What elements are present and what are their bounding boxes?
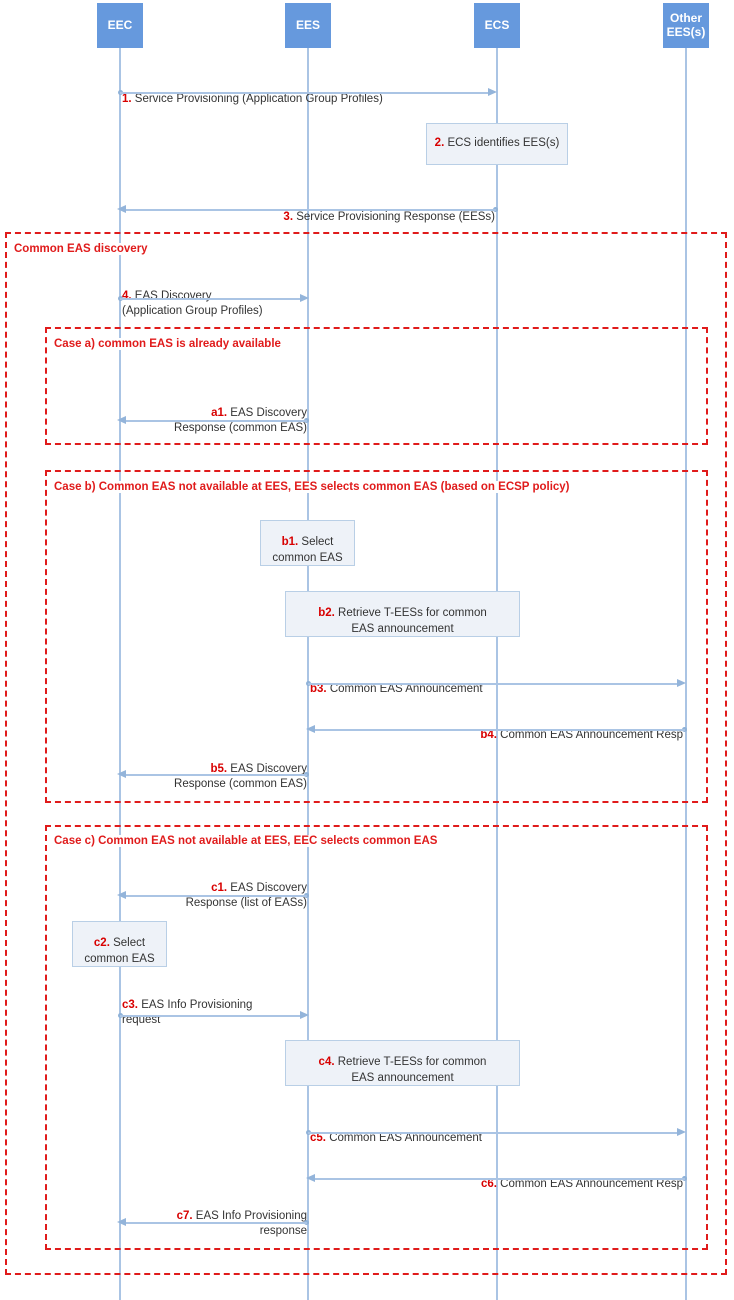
message-c6-line — [315, 1177, 685, 1180]
message-4-line — [120, 297, 300, 300]
message-a1-number: a1. — [211, 406, 228, 419]
message-c5-line — [308, 1131, 677, 1134]
message-3-text: Service Provisioning Response (EESs) — [293, 210, 495, 223]
message-c3-line — [120, 1014, 300, 1017]
process-c2-box: c2. Select common EAS — [72, 921, 167, 967]
message-c7-label: c7. EAS Info Provisioning response — [120, 1193, 307, 1240]
message-c6-arrowhead — [306, 1174, 315, 1182]
message-1-line — [120, 91, 488, 94]
process-b2-number: b2. — [318, 607, 335, 620]
fragment-case-a-label: Case a) common EAS is already available — [52, 338, 283, 350]
process-c4-box: c4. Retrieve T-EESs for common EAS annou… — [285, 1040, 520, 1086]
fragment-case-b-label: Case b) Common EAS not available at EES,… — [52, 481, 572, 493]
fragment-case-c-label: Case c) Common EAS not available at EES,… — [52, 835, 440, 847]
message-b5-line — [126, 773, 307, 776]
message-a1-label: a1. EAS Discovery Response (common EAS) — [120, 390, 307, 437]
message-4-arrowhead — [300, 294, 309, 302]
message-c5-arrowhead — [677, 1128, 686, 1136]
message-a1-line — [126, 419, 307, 422]
actor-ees-label: EES — [295, 17, 320, 32]
message-b5-label: b5. EAS Discovery Response (common EAS) — [120, 746, 307, 793]
message-c7-arrowhead — [117, 1218, 126, 1226]
process-b2-box: b2. Retrieve T-EESs for common EAS annou… — [285, 591, 520, 637]
sequence-diagram: EEC EES ECS Other EES(s) 1. Service Prov… — [0, 0, 734, 1300]
message-c1-label: c1. EAS Discovery Response (list of EASs… — [120, 865, 307, 912]
message-1-number: 1. — [122, 92, 132, 105]
message-c3-number: c3. — [122, 998, 138, 1011]
message-c3-arrowhead — [300, 1011, 309, 1019]
message-b3-arrowhead — [677, 679, 686, 687]
actor-ecs[interactable]: ECS — [474, 3, 520, 48]
process-b1-box: b1. Select common EAS — [260, 520, 355, 566]
message-b4-arrowhead — [306, 725, 315, 733]
process-2-box: 2. ECS identifies EES(s) — [426, 123, 568, 165]
message-c7-number: c7. — [176, 1209, 193, 1222]
message-4-label: 4. EAS Discovery (Application Group Prof… — [122, 273, 322, 320]
message-b4-line — [315, 728, 685, 731]
process-b1-number: b1. — [281, 536, 299, 549]
message-1-text: Service Provisioning (Application Group … — [131, 92, 383, 105]
process-c4-text: Retrieve T-EESs for common EAS announcem… — [337, 1056, 487, 1084]
message-4-number: 4. — [122, 289, 132, 302]
message-4-text: EAS Discovery (Application Group Profile… — [122, 289, 263, 318]
process-2-number: 2. — [434, 137, 445, 150]
message-c7-line — [126, 1221, 307, 1224]
message-c1-arrowhead — [117, 891, 126, 899]
message-3-line — [126, 208, 496, 211]
message-3-arrowhead — [117, 205, 126, 213]
actor-ees[interactable]: EES — [285, 3, 331, 48]
message-b5-arrowhead — [117, 770, 126, 778]
process-b2-text: Retrieve T-EESs for common EAS announcem… — [338, 607, 487, 635]
message-c1-line — [126, 894, 307, 897]
fragment-common-eas-discovery-label: Common EAS discovery — [12, 243, 150, 255]
message-c1-number: c1. — [211, 881, 228, 894]
message-b3-line — [308, 682, 677, 685]
actor-other-ees[interactable]: Other EES(s) — [663, 3, 709, 48]
message-b5-text: EAS Discovery Response (common EAS) — [174, 762, 307, 791]
actor-other-ees-label: Other EES(s) — [666, 10, 706, 39]
message-3-number: 3. — [283, 210, 294, 223]
actor-eec-label: EEC — [107, 17, 133, 32]
actor-eec[interactable]: EEC — [97, 3, 143, 48]
process-c4-number: c4. — [318, 1056, 335, 1069]
message-c3-label: c3. EAS Info Provisioning request — [122, 982, 322, 1029]
process-2-text: ECS identifies EES(s) — [444, 137, 560, 150]
process-c2-number: c2. — [93, 937, 110, 950]
actor-ecs-label: ECS — [484, 17, 510, 32]
message-1-arrowhead — [488, 88, 497, 96]
message-a1-arrowhead — [117, 416, 126, 424]
message-c3-text: EAS Info Provisioning request — [122, 998, 253, 1027]
